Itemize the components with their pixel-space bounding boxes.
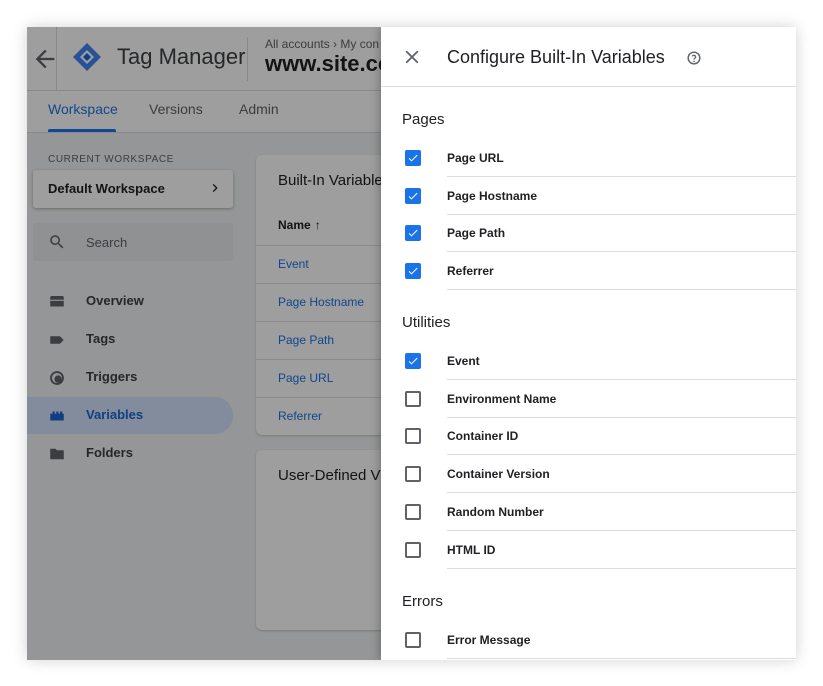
- help-icon[interactable]: [687, 51, 701, 65]
- variable-option-row[interactable]: Container ID: [381, 417, 796, 455]
- checkbox-unchecked[interactable]: [405, 391, 421, 407]
- variable-option-row[interactable]: Random Number: [381, 493, 796, 531]
- variable-option-label: Event: [447, 354, 480, 368]
- configure-builtin-variables-drawer: Configure Built-In Variables Pages Page U…: [381, 27, 796, 660]
- checkbox-unchecked[interactable]: [405, 466, 421, 482]
- close-icon[interactable]: [401, 46, 423, 68]
- variable-option-row[interactable]: HTML ID: [381, 531, 796, 569]
- variable-option-row[interactable]: Container Version: [381, 455, 796, 493]
- variable-option-row[interactable]: Page URL: [381, 139, 796, 177]
- section-title: Errors: [402, 593, 443, 610]
- variable-option-label: Container ID: [447, 429, 519, 443]
- section-title: Pages: [402, 111, 445, 128]
- variable-option-row[interactable]: Error Message: [381, 621, 796, 659]
- checkbox-checked[interactable]: [405, 188, 421, 204]
- variable-option-row[interactable]: Event: [381, 342, 796, 380]
- variable-option-label: Error Message: [447, 633, 531, 647]
- checkmark-icon: [408, 229, 418, 237]
- variable-option-label: Container Version: [447, 467, 550, 481]
- checkmark-icon: [408, 267, 418, 275]
- checkbox-checked[interactable]: [405, 263, 421, 279]
- variable-option-label: HTML ID: [447, 543, 496, 557]
- variable-option-row[interactable]: Page Path: [381, 214, 796, 252]
- variable-option-row[interactable]: Referrer: [381, 252, 796, 290]
- variable-option-row[interactable]: Environment Name: [381, 380, 796, 418]
- app-window: Tag Manager All accounts › My con www.si…: [27, 27, 796, 660]
- variable-option-label: Page Path: [447, 226, 506, 240]
- row-divider: [447, 289, 796, 290]
- checkbox-unchecked[interactable]: [405, 542, 421, 558]
- checkbox-unchecked[interactable]: [405, 428, 421, 444]
- variable-option-label: Random Number: [447, 505, 544, 519]
- variable-option-label: Page URL: [447, 151, 504, 165]
- drawer-title: Configure Built-In Variables: [447, 47, 665, 67]
- checkbox-checked[interactable]: [405, 225, 421, 241]
- variable-option-label: Environment Name: [447, 392, 557, 406]
- row-divider: [447, 658, 796, 659]
- checkmark-icon: [408, 154, 418, 162]
- variable-option-row[interactable]: Page Hostname: [381, 177, 796, 215]
- section-title: Utilities: [402, 314, 451, 331]
- checkbox-unchecked[interactable]: [405, 632, 421, 648]
- row-divider: [447, 568, 796, 569]
- drawer-header: Configure Built-In Variables: [381, 27, 796, 87]
- checkmark-icon: [408, 192, 418, 200]
- checkbox-checked[interactable]: [405, 150, 421, 166]
- checkbox-unchecked[interactable]: [405, 504, 421, 520]
- variable-option-label: Referrer: [447, 264, 494, 278]
- checkbox-checked[interactable]: [405, 353, 421, 369]
- variable-option-label: Page Hostname: [447, 189, 538, 203]
- checkmark-icon: [408, 357, 418, 365]
